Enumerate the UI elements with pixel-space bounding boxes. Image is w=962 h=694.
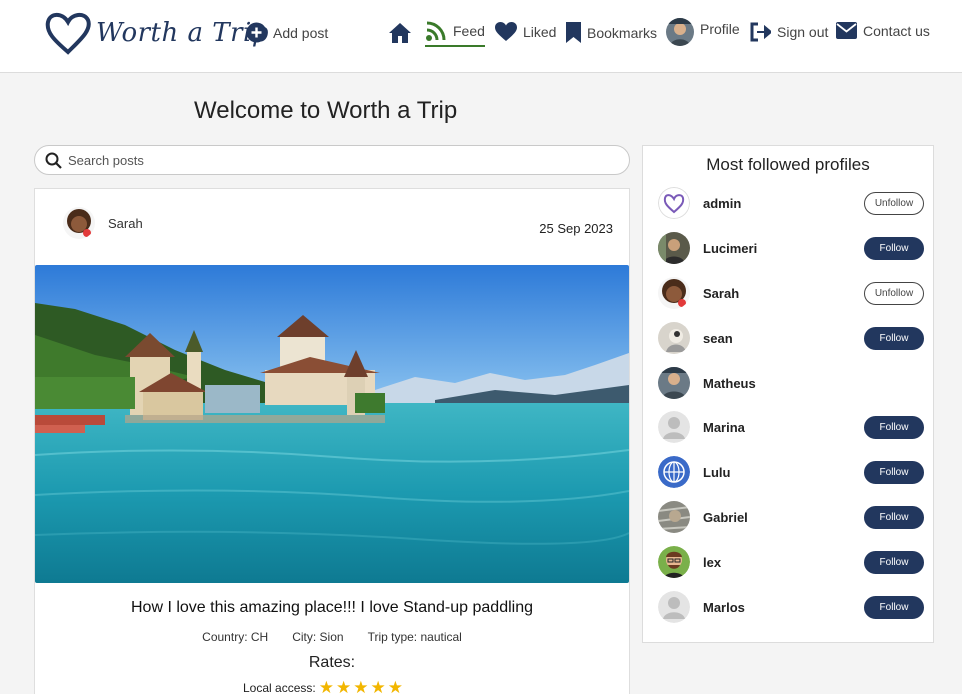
profile-name[interactable]: Gabriel	[703, 510, 864, 525]
profile-avatar[interactable]	[658, 501, 690, 533]
profile-label: Profile	[700, 21, 740, 37]
profile-row: Sarah Unfollow	[658, 276, 924, 310]
local-access-label: Local access:	[243, 680, 316, 694]
search-input[interactable]	[68, 152, 608, 168]
search-icon	[45, 152, 62, 169]
sign-out-link[interactable]: Sign out	[750, 22, 828, 42]
profile-name[interactable]: admin	[703, 196, 864, 211]
sign-out-icon	[750, 22, 771, 42]
follow-button[interactable]: Follow	[864, 415, 924, 439]
follow-button[interactable]: Follow	[864, 326, 924, 350]
profile-row: lex Follow	[658, 545, 924, 579]
profile-name[interactable]: Matheus	[703, 376, 924, 391]
envelope-icon	[836, 22, 857, 39]
profile-row: Gabriel Follow	[658, 500, 924, 534]
star-icon: ★	[335, 678, 352, 694]
local-access-rating: Local access: ★ ★ ★ ★ ★	[243, 679, 405, 694]
follow-button[interactable]: Follow	[864, 236, 924, 260]
liked-link[interactable]: Liked	[495, 22, 556, 42]
star-icon: ★	[318, 678, 334, 694]
profile-link[interactable]: Profile	[666, 18, 740, 46]
profile-row: Lucimeri Follow	[658, 231, 924, 265]
post-image[interactable]	[35, 265, 629, 583]
feed-label: Feed	[453, 23, 485, 39]
profile-row: sean Follow	[658, 321, 924, 355]
profile-avatar[interactable]	[658, 277, 690, 309]
post-author[interactable]: Sarah	[63, 207, 143, 239]
home-icon	[389, 23, 411, 43]
author-avatar	[63, 207, 95, 239]
logo[interactable]: Worth a Trip	[44, 10, 269, 56]
follow-button[interactable]: Follow	[864, 460, 924, 484]
search-bar[interactable]	[34, 145, 630, 175]
bookmarks-link[interactable]: Bookmarks	[566, 22, 657, 43]
logo-text: Worth a Trip	[96, 18, 269, 48]
home-link[interactable]	[388, 22, 412, 44]
contact-link[interactable]: Contact us	[836, 22, 930, 39]
profile-row: Marlos Follow	[658, 590, 924, 624]
bookmark-icon	[566, 22, 581, 43]
unfollow-button[interactable]: Unfollow	[864, 191, 924, 215]
follow-button[interactable]: Follow	[864, 505, 924, 529]
star-rating: ★ ★ ★ ★ ★	[319, 679, 405, 694]
profile-avatar[interactable]	[658, 322, 690, 354]
profile-avatar[interactable]	[658, 367, 690, 399]
post-meta: Country: CH City: Sion Trip type: nautic…	[35, 630, 629, 644]
plus-circle-icon	[246, 22, 267, 43]
rss-feed-icon	[426, 21, 446, 41]
profile-avatar[interactable]	[658, 232, 690, 264]
star-icon: ★	[370, 678, 386, 694]
profile-row: Matheus	[658, 366, 924, 400]
post-trip-type: Trip type: nautical	[367, 630, 462, 644]
add-post-label: Add post	[273, 24, 329, 41]
profile-avatar[interactable]	[658, 456, 690, 488]
profile-name[interactable]: lex	[703, 555, 864, 570]
profile-name[interactable]: Marlos	[703, 600, 864, 615]
profile-name[interactable]: Marina	[703, 420, 864, 435]
sign-out-label: Sign out	[777, 24, 829, 40]
follow-button[interactable]: Follow	[864, 550, 924, 574]
profile-name[interactable]: Sarah	[703, 286, 864, 301]
profile-row: Lulu Follow	[658, 455, 924, 489]
post-city: City: Sion	[292, 630, 344, 644]
navbar: Worth a Trip Add post Feed Liked Bookmar…	[0, 0, 962, 73]
feed-link[interactable]: Feed	[425, 20, 485, 47]
sidebar-title: Most followed profiles	[706, 155, 870, 174]
heart-logo-icon	[45, 12, 91, 55]
star-icon: ★	[387, 678, 403, 694]
profile-avatar	[666, 18, 694, 46]
profile-name[interactable]: Lucimeri	[703, 241, 864, 256]
heart-icon	[495, 22, 517, 41]
page-title: Welcome to Worth a Trip	[194, 97, 458, 124]
follow-button[interactable]: Follow	[864, 595, 924, 619]
profile-row: Marina Follow	[658, 410, 924, 444]
liked-label: Liked	[523, 24, 557, 40]
post-date: 25 Sep 2023	[539, 221, 613, 236]
profile-avatar[interactable]	[658, 411, 690, 443]
post-title[interactable]: How I love this amazing place!!! I love …	[35, 599, 629, 617]
post-card: Sarah 25 Sep 2023 How I love this amazin…	[34, 188, 630, 694]
profile-avatar[interactable]	[658, 187, 690, 219]
add-post-link[interactable]: Add post	[246, 22, 328, 43]
author-name: Sarah	[108, 215, 143, 231]
profile-avatar[interactable]	[658, 546, 690, 578]
profile-name[interactable]: sean	[703, 331, 864, 346]
profile-avatar[interactable]	[658, 591, 690, 623]
profile-row: admin Unfollow	[658, 186, 924, 220]
most-followed-sidebar: Most followed profiles admin Unfollow Lu…	[642, 145, 934, 643]
unfollow-button[interactable]: Unfollow	[864, 281, 924, 305]
star-icon: ★	[353, 678, 369, 694]
contact-label: Contact us	[863, 22, 930, 39]
rates-heading: Rates:	[308, 654, 356, 671]
bookmarks-label: Bookmarks	[587, 24, 658, 41]
post-country: Country: CH	[202, 630, 269, 644]
profile-name[interactable]: Lulu	[703, 465, 864, 480]
